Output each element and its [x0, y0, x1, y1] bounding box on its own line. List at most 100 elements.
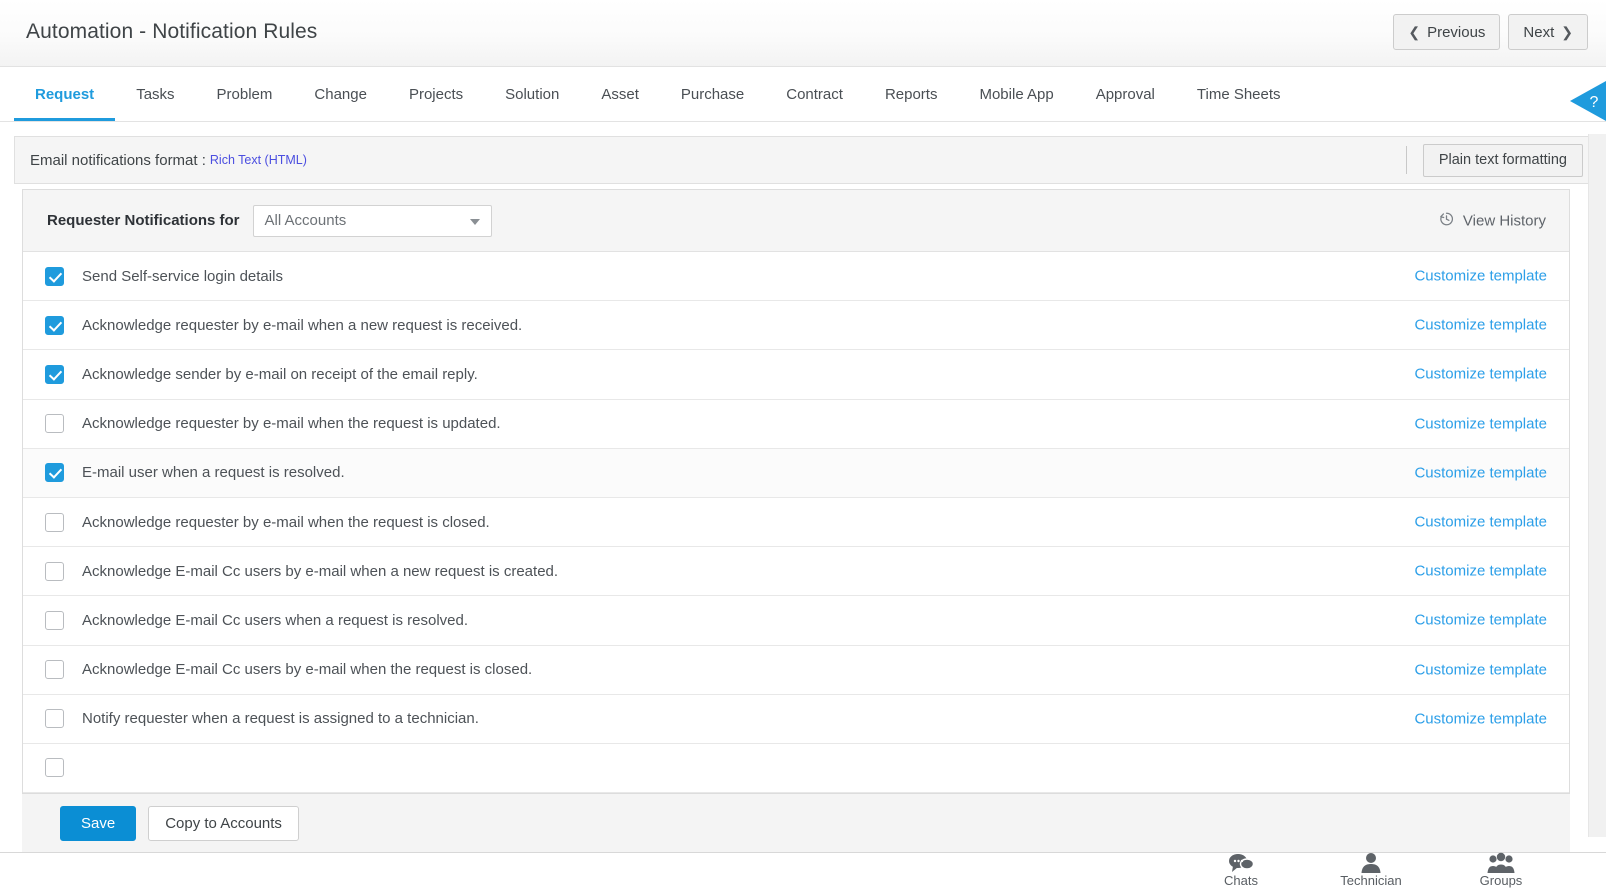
view-history-label: View History	[1463, 212, 1546, 229]
tab-approval[interactable]: Approval	[1075, 67, 1176, 121]
tab-label: Reports	[885, 86, 938, 103]
page-title: Automation - Notification Rules	[26, 20, 317, 44]
rule-checkbox[interactable]	[45, 316, 64, 335]
rule-row[interactable]: E-mail user when a request is resolved. C…	[23, 449, 1569, 498]
email-format-value-link[interactable]: Rich Text (HTML)	[210, 153, 307, 167]
previous-button-label: Previous	[1427, 24, 1485, 41]
customize-template-link[interactable]: Customize template	[1414, 317, 1547, 334]
customize-template-link[interactable]: Customize template	[1414, 661, 1547, 678]
tab-projects[interactable]: Projects	[388, 67, 484, 121]
rule-row[interactable]: Acknowledge requester by e-mail when a n…	[23, 301, 1569, 350]
rule-row[interactable]: Send Self-service login details Customize…	[23, 252, 1569, 301]
rule-label: Acknowledge E-mail Cc users when a reque…	[82, 612, 468, 629]
tab-label: Solution	[505, 86, 559, 103]
svg-text:?: ?	[1590, 94, 1599, 111]
rule-label: Notify requester when a request is assig…	[82, 710, 479, 727]
rule-row[interactable]: Acknowledge E-mail Cc users by e-mail wh…	[23, 547, 1569, 596]
rule-label: Send Self-service login details	[82, 268, 283, 285]
rule-row[interactable]: Acknowledge requester by e-mail when the…	[23, 498, 1569, 547]
module-tab-bar: Request Tasks Problem Change Projects Solutio…	[0, 67, 1606, 122]
requester-notifications-label: Requester Notifications for	[47, 212, 240, 229]
tab-request[interactable]: Request	[14, 67, 115, 121]
rule-row-partial[interactable]	[23, 744, 1569, 793]
save-button[interactable]: Save	[60, 806, 136, 841]
rule-checkbox[interactable]	[45, 463, 64, 482]
tab-label: Request	[35, 86, 94, 103]
footer-action-bar: Save Copy to Accounts	[22, 793, 1570, 852]
customize-template-link[interactable]: Customize template	[1414, 366, 1547, 383]
tab-purchase[interactable]: Purchase	[660, 67, 765, 121]
customize-template-link[interactable]: Customize template	[1414, 268, 1547, 285]
chevron-left-icon: ❮	[1408, 25, 1420, 39]
tab-mobile-app[interactable]: Mobile App	[958, 67, 1074, 121]
tab-label: Approval	[1096, 86, 1155, 103]
rule-checkbox[interactable]	[45, 758, 64, 777]
tab-label: Purchase	[681, 86, 744, 103]
tab-label: Change	[314, 86, 367, 103]
rule-checkbox[interactable]	[45, 611, 64, 630]
tab-contract[interactable]: Contract	[765, 67, 864, 121]
view-history-button[interactable]: View History	[1438, 210, 1546, 231]
chevron-down-icon	[470, 219, 480, 225]
dock-item-groups[interactable]: Groups	[1446, 851, 1556, 889]
rule-row[interactable]: Acknowledge sender by e-mail on receipt …	[23, 350, 1569, 399]
dock-item-technician[interactable]: Technician	[1316, 851, 1426, 889]
rule-label: Acknowledge E-mail Cc users by e-mail wh…	[82, 661, 532, 678]
rule-checkbox[interactable]	[45, 660, 64, 679]
notification-rule-list: Send Self-service login details Customize…	[23, 252, 1569, 793]
rule-label: Acknowledge E-mail Cc users by e-mail wh…	[82, 563, 558, 580]
previous-button[interactable]: ❮ Previous	[1393, 14, 1500, 50]
customize-template-link[interactable]: Customize template	[1414, 464, 1547, 481]
customize-template-link[interactable]: Customize template	[1414, 415, 1547, 432]
rule-checkbox[interactable]	[45, 513, 64, 532]
tab-problem[interactable]: Problem	[196, 67, 294, 121]
customize-template-link[interactable]: Customize template	[1414, 612, 1547, 629]
plain-text-formatting-button[interactable]: Plain text formatting	[1423, 144, 1583, 177]
email-format-label: Email notifications format :	[30, 152, 206, 169]
account-select[interactable]: All Accounts	[253, 205, 492, 237]
tab-label: Contract	[786, 86, 843, 103]
rule-checkbox[interactable]	[45, 562, 64, 581]
tab-solution[interactable]: Solution	[484, 67, 580, 121]
copy-to-accounts-button[interactable]: Copy to Accounts	[148, 806, 299, 841]
tab-time-sheets[interactable]: Time Sheets	[1176, 67, 1302, 121]
rule-row[interactable]: Notify requester when a request is assig…	[23, 695, 1569, 744]
chat-icon	[1186, 851, 1296, 873]
rule-label: Acknowledge requester by e-mail when a n…	[82, 317, 522, 334]
rule-checkbox[interactable]	[45, 709, 64, 728]
dock-item-label: Chats	[1186, 873, 1296, 889]
customize-template-link[interactable]: Customize template	[1414, 563, 1547, 580]
rule-row[interactable]: Acknowledge E-mail Cc users when a reque…	[23, 596, 1569, 645]
tab-label: Asset	[601, 86, 639, 103]
rule-label: E-mail user when a request is resolved.	[82, 464, 345, 481]
tab-asset[interactable]: Asset	[580, 67, 660, 121]
bottom-dock: Chats Technician Groups	[0, 852, 1606, 889]
tab-change[interactable]: Change	[293, 67, 388, 121]
customize-template-link[interactable]: Customize template	[1414, 514, 1547, 531]
person-icon	[1316, 851, 1426, 873]
panel-header: Requester Notifications for All Accounts…	[23, 190, 1569, 252]
history-clock-icon	[1438, 210, 1455, 231]
tab-label: Time Sheets	[1197, 86, 1281, 103]
dock-item-label: Technician	[1316, 873, 1426, 889]
tab-label: Problem	[217, 86, 273, 103]
email-format-bar: Email notifications format : Rich Text (…	[14, 136, 1592, 184]
rule-checkbox[interactable]	[45, 414, 64, 433]
right-gutter	[1588, 134, 1606, 837]
rule-label: Acknowledge requester by e-mail when the…	[82, 415, 501, 432]
tab-tasks[interactable]: Tasks	[115, 67, 195, 121]
rule-checkbox[interactable]	[45, 365, 64, 384]
email-format-bar-right: Plain text formatting	[1406, 137, 1583, 183]
account-select-value: All Accounts	[265, 212, 347, 229]
dock-item-chats[interactable]: Chats	[1186, 851, 1296, 889]
help-button[interactable]: ?	[1570, 81, 1606, 121]
rule-row[interactable]: Acknowledge E-mail Cc users by e-mail wh…	[23, 646, 1569, 695]
next-button[interactable]: Next ❯	[1508, 14, 1588, 50]
next-button-label: Next	[1523, 24, 1554, 41]
customize-template-link[interactable]: Customize template	[1414, 710, 1547, 727]
tab-reports[interactable]: Reports	[864, 67, 959, 121]
rule-checkbox[interactable]	[45, 267, 64, 286]
dock-item-label: Groups	[1446, 873, 1556, 889]
rule-row[interactable]: Acknowledge requester by e-mail when the…	[23, 400, 1569, 449]
tab-label: Tasks	[136, 86, 174, 103]
